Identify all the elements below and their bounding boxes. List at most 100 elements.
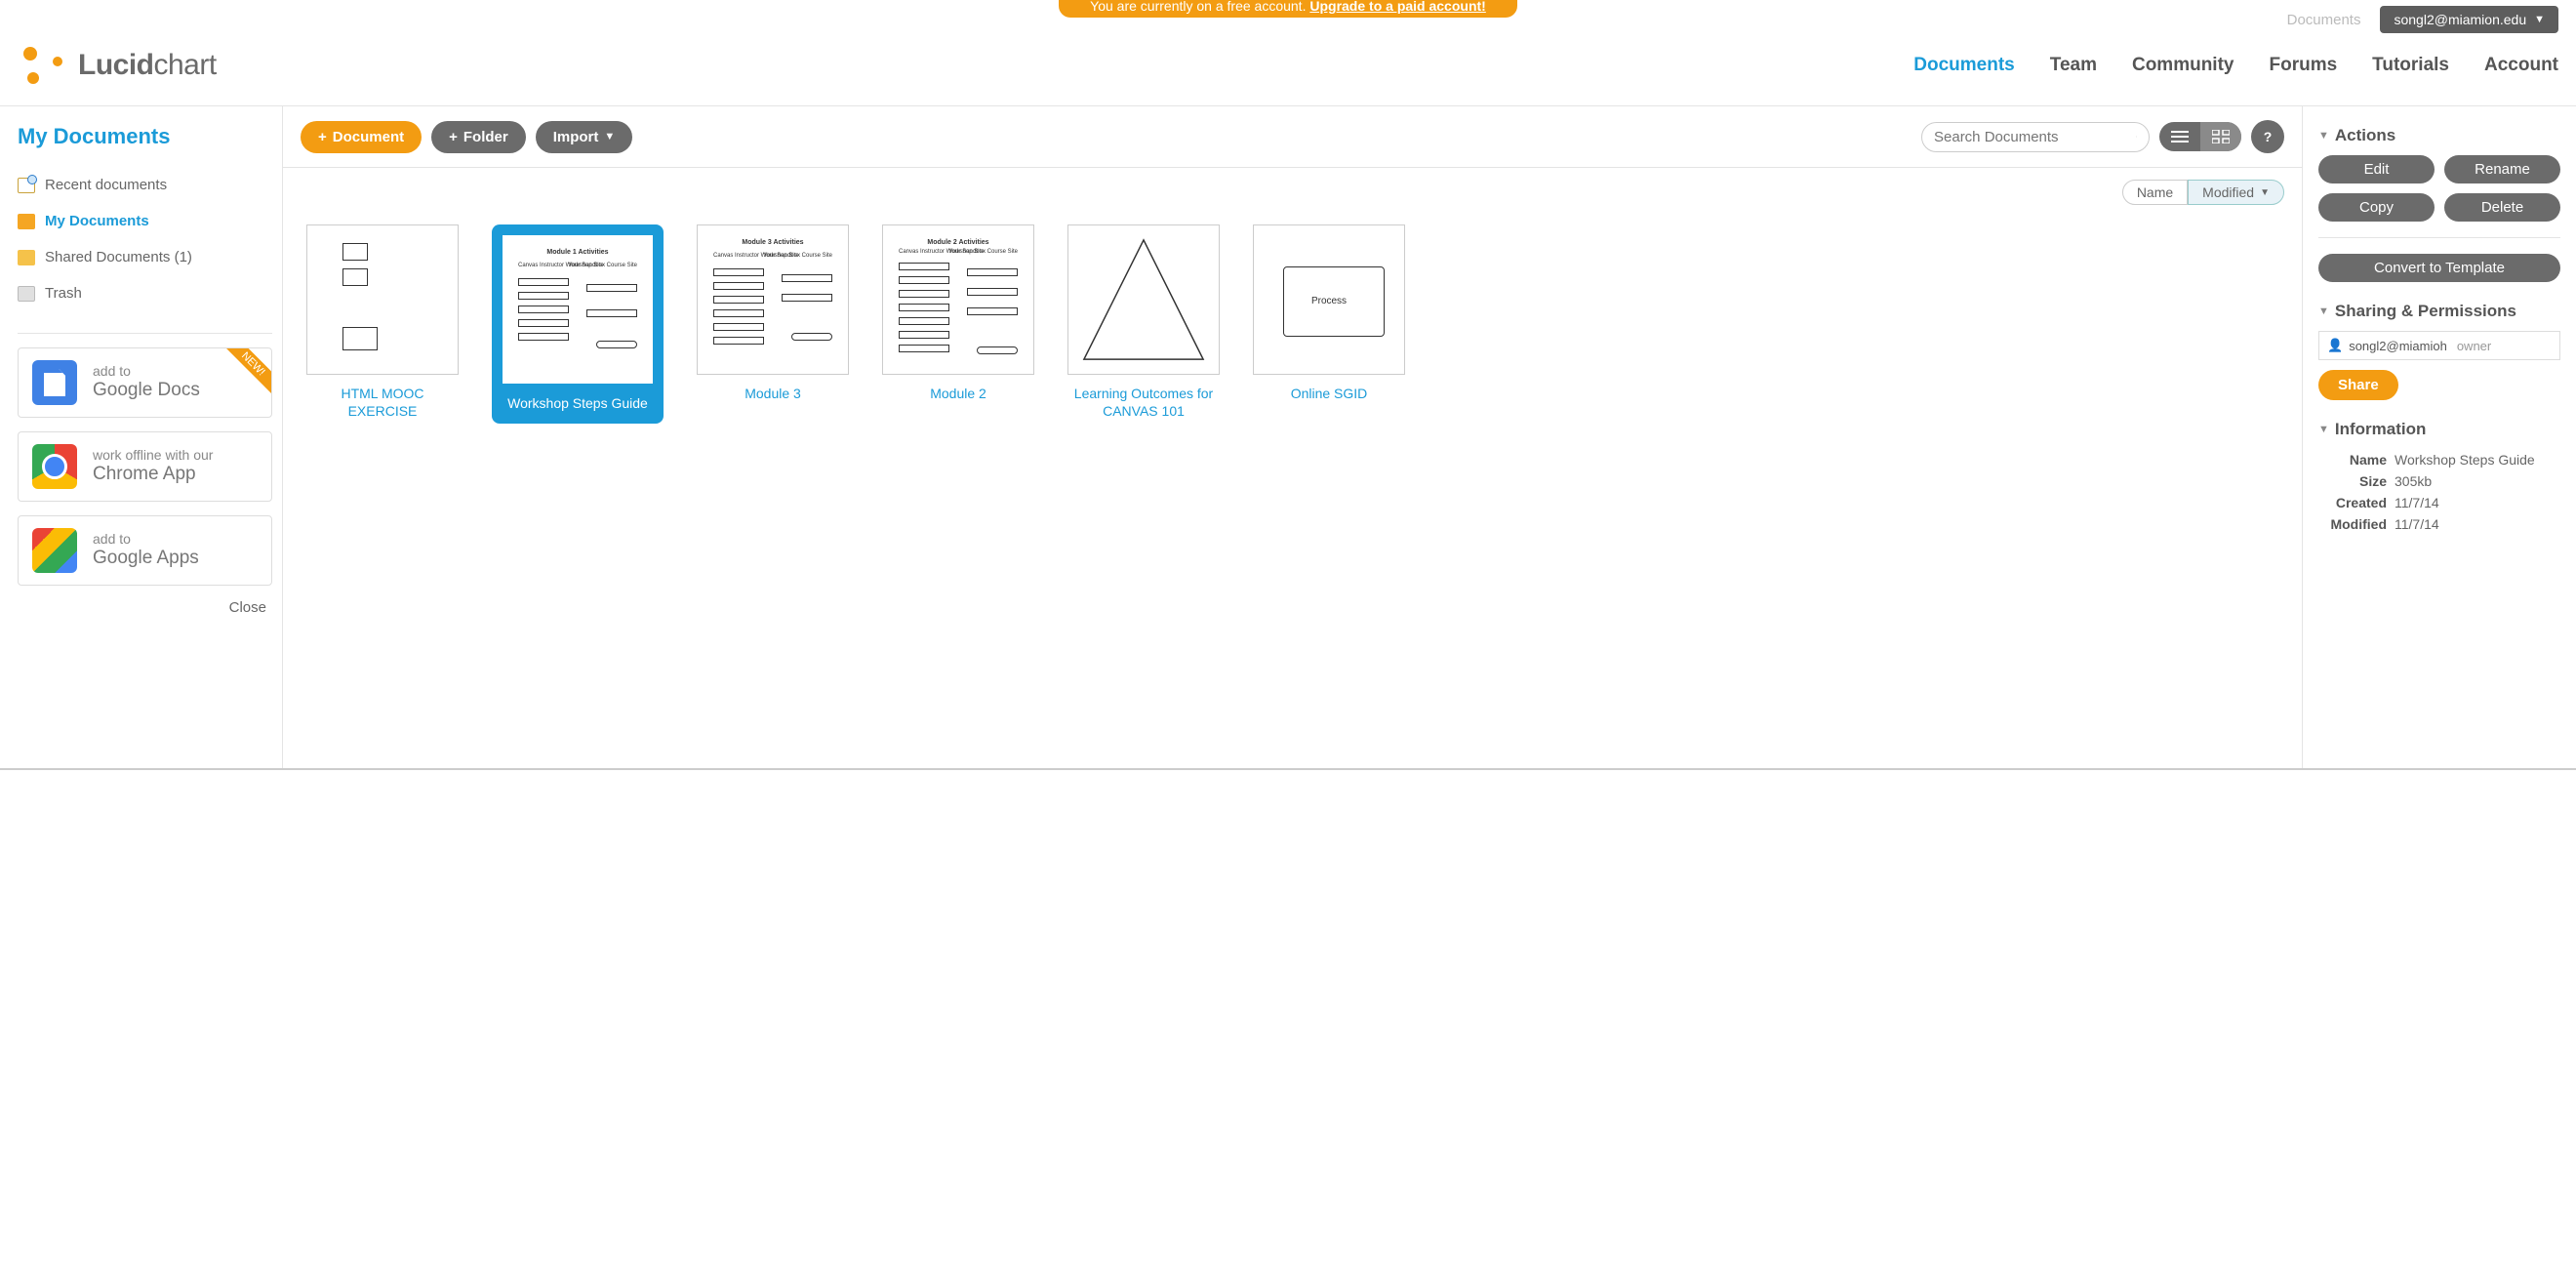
doc-thumbnail [306, 224, 459, 375]
doc-card-selected[interactable]: Module 1 Activities Canvas Instructor Wo… [492, 224, 664, 424]
upgrade-link[interactable]: Upgrade to a paid account! [1309, 0, 1485, 14]
new-document-button[interactable]: + Document [301, 121, 422, 153]
main-content: + Document + Folder Import ▼ [283, 106, 2303, 768]
person-icon: 👤 [2327, 338, 2343, 353]
section-title: Sharing & Permissions [2335, 302, 2516, 321]
user-email: songl2@miamion.edu [2394, 12, 2526, 27]
share-user: songl2@miamioh [2349, 339, 2447, 353]
doc-label: HTML MOOC EXERCISE [306, 385, 459, 420]
sidebar-title: My Documents [18, 124, 272, 149]
sort-label: Modified [2202, 184, 2254, 200]
doc-thumbnail: Process [1253, 224, 1405, 375]
sidebar-item-label: Recent documents [45, 177, 167, 193]
chevron-down-icon: ▼ [604, 131, 615, 143]
nav-account[interactable]: Account [2484, 55, 2558, 76]
trash-icon [18, 286, 35, 302]
nav-community[interactable]: Community [2132, 55, 2234, 76]
doc-label: Workshop Steps Guide [502, 394, 654, 412]
nav-team[interactable]: Team [2050, 55, 2097, 76]
section-actions: ▼ Actions [2318, 126, 2560, 145]
logo[interactable]: Lucidchart [21, 45, 217, 86]
rename-button[interactable]: Rename [2444, 155, 2560, 183]
copy-button[interactable]: Copy [2318, 193, 2435, 222]
upgrade-banner: You are currently on a free account. Upg… [1059, 0, 1517, 18]
divider [18, 333, 272, 334]
promo-text: work offline with our Chrome App [93, 447, 213, 486]
search-input[interactable] [1934, 129, 2128, 145]
sidebar-item-recent[interactable]: Recent documents [18, 167, 272, 203]
doc-card[interactable]: Module 3 Activities Canvas Instructor Wo… [697, 224, 849, 424]
promo-chrome-app[interactable]: work offline with our Chrome App [18, 431, 272, 502]
plus-icon: + [449, 129, 458, 145]
sort-name[interactable]: Name [2122, 180, 2188, 205]
promo-google-docs[interactable]: NEW! add to Google Docs [18, 347, 272, 418]
banner-text: You are currently on a free account. [1090, 0, 1306, 14]
search-box[interactable] [1921, 122, 2150, 152]
chrome-icon [32, 444, 77, 489]
plus-icon: + [318, 129, 327, 145]
user-menu[interactable]: songl2@miamion.edu ▼ [2380, 6, 2558, 33]
edit-button[interactable]: Edit [2318, 155, 2435, 183]
doc-card[interactable]: Learning Outcomes for CANVAS 101 [1067, 224, 1220, 424]
google-apps-icon [32, 528, 77, 573]
google-docs-icon [32, 360, 77, 405]
section-information: ▼ Information [2318, 420, 2560, 439]
doc-label: Online SGID [1253, 385, 1405, 402]
list-view-button[interactable] [2159, 122, 2200, 151]
import-button[interactable]: Import ▼ [536, 121, 633, 153]
chevron-down-icon: ▼ [2260, 187, 2270, 198]
new-folder-button[interactable]: + Folder [431, 121, 526, 153]
sidebar-left: My Documents Recent documents My Documen… [0, 106, 283, 768]
delete-button[interactable]: Delete [2444, 193, 2560, 222]
doc-thumbnail: Module 2 Activities Canvas Instructor Wo… [882, 224, 1034, 375]
search-icon [2136, 129, 2137, 144]
chevron-down-icon: ▼ [2318, 130, 2329, 142]
doc-card[interactable]: Process Online SGID [1253, 224, 1405, 424]
new-badge: NEW! [221, 347, 272, 396]
clock-icon [18, 178, 35, 193]
list-icon [2171, 130, 2189, 143]
promo-google-apps[interactable]: add to Google Apps [18, 515, 272, 586]
sidebar-item-label: My Documents [45, 213, 149, 229]
document-grid: HTML MOOC EXERCISE Module 1 Activities C… [283, 205, 2302, 463]
doc-card[interactable]: HTML MOOC EXERCISE [306, 224, 459, 424]
info-name: NameWorkshop Steps Guide [2318, 449, 2560, 470]
sort-modified[interactable]: Modified ▼ [2188, 180, 2284, 205]
grid-icon [2212, 130, 2230, 143]
divider [2318, 237, 2560, 238]
grid-view-button[interactable] [2200, 122, 2241, 151]
doc-thumbnail: Module 1 Activities Canvas Instructor Wo… [502, 234, 654, 385]
triangle-icon [1076, 231, 1211, 368]
layout: My Documents Recent documents My Documen… [0, 106, 2576, 770]
logo-text: Lucidchart [78, 49, 217, 82]
share-button[interactable]: Share [2318, 370, 2398, 400]
nav-documents[interactable]: Documents [1913, 55, 2014, 76]
breadcrumb: Documents [2287, 12, 2361, 28]
sidebar-item-trash[interactable]: Trash [18, 275, 272, 311]
help-button[interactable]: ? [2251, 120, 2284, 153]
button-label: Document [333, 129, 404, 145]
share-user-row[interactable]: 👤 songl2@miamioh owner [2318, 331, 2560, 360]
promo-close[interactable]: Close [18, 599, 272, 616]
sidebar-item-label: Trash [45, 285, 82, 302]
doc-thumbnail: Module 3 Activities Canvas Instructor Wo… [697, 224, 849, 375]
doc-card[interactable]: Module 2 Activities Canvas Instructor Wo… [882, 224, 1034, 424]
promo-text: add to Google Apps [93, 531, 199, 570]
sidebar-item-shared[interactable]: Shared Documents (1) [18, 239, 272, 275]
toolbar: + Document + Folder Import ▼ [283, 106, 2302, 168]
logo-icon [21, 45, 62, 86]
nav-tutorials[interactable]: Tutorials [2372, 55, 2449, 76]
chevron-down-icon: ▼ [2318, 424, 2329, 435]
header: Lucidchart Documents Team Community Foru… [0, 33, 2576, 106]
share-role: owner [2457, 339, 2491, 353]
section-title: Actions [2335, 126, 2395, 145]
doc-thumbnail [1067, 224, 1220, 375]
doc-label: Module 2 [882, 385, 1034, 402]
convert-template-button[interactable]: Convert to Template [2318, 254, 2560, 282]
info-size: Size305kb [2318, 470, 2560, 492]
folder-list: Recent documents My Documents Shared Doc… [18, 167, 272, 311]
sidebar-item-my-documents[interactable]: My Documents [18, 203, 272, 239]
chevron-down-icon: ▼ [2534, 14, 2545, 25]
section-title: Information [2335, 420, 2427, 439]
nav-forums[interactable]: Forums [2269, 55, 2337, 76]
